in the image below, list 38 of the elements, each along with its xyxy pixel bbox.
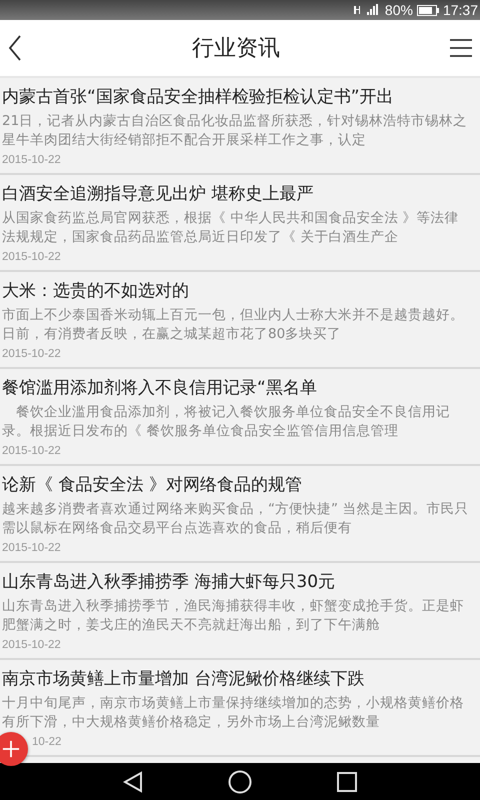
- clock: 17:37: [442, 2, 478, 18]
- article-summary: 市面上不少泰国香米动辄上百元一包，但业内人士称大米并不是越贵越好。日前，有消费者反映，在赢之城某超市花了80多块买了: [2, 306, 465, 344]
- battery-percent: 80%: [384, 2, 413, 18]
- signal-icon: [352, 3, 381, 17]
- menu-icon[interactable]: [448, 37, 474, 59]
- add-button[interactable]: [0, 732, 28, 766]
- page-title: 行业资讯: [192, 35, 280, 63]
- article-summary: 21日，记者从内蒙古自治区食品化妆品监督所获悉，针对锡林浩特市锡林之星牛羊肉团结大街经销部拒不配合开展采样工作之事，认定: [2, 112, 468, 150]
- news-item[interactable]: 白酒安全追溯指导意见出炉 堪称史上最严 从国家食药监总局官网获悉，根据《 中华人民共和国食品安全法 》等法律法规规定，国家食品药品监管总局近日印发了《 关于白酒生产企 2015-10-22: [0, 175, 480, 272]
- news-item[interactable]: 论新《 食品安全法 》对网络食品的规管 越来越多消费者喜欢通过网络来购买食品，“方便快捷” 当然是主因。市民只需以鼠标在网络食品交易平台点选喜欢的食品，稍后便有 2015-10-22: [0, 466, 480, 563]
- article-title: 内蒙古首张“国家食品安全抽样检验拒检认定书”开出: [2, 86, 395, 109]
- article-summary: 越来越多消费者喜欢通过网络来购买食品，“方便快捷” 当然是主因。市民只需以鼠标在网络食品交易平台点选喜欢的食品，稍后便有: [2, 500, 470, 538]
- article-date: 2015-10-22: [2, 541, 61, 556]
- article-date: 2015-10-22: [2, 250, 61, 265]
- article-title: 南京市场黄鳝上市量增加 台湾泥鳅价格继续下跌: [2, 668, 366, 691]
- article-summary: 十月中旬尾声，南京市场黄鳝上市量保持继续增加的态势，小规格黄鳝价格有所下滑，中大规格黄鳝价格稳定，另外市场上台湾泥鳅数量: [2, 694, 465, 732]
- recents-icon[interactable]: [337, 772, 358, 792]
- home-icon[interactable]: [228, 770, 252, 794]
- article-title: 大米：选贵的不如选对的: [2, 280, 190, 303]
- article-date: 2015-10-22: [2, 153, 61, 168]
- article-summary: 餐饮企业滥用食品添加剂，将被记入餐饮服务单位食品安全不良信用记录。根据近日发布的《 餐饮服务单位食品安全监管信用信息管理: [2, 403, 451, 441]
- battery-icon: [416, 4, 439, 16]
- news-item[interactable]: 内蒙古首张“国家食品安全抽样检验拒检认定书”开出 21日，记者从内蒙古自治区食品化妆品监督所获悉，针对锡林浩特市锡林之星牛羊肉团结大街经销部拒不配合开展采样工作之事，认定 2015-10-22: [0, 78, 480, 175]
- article-date: 10-22: [32, 735, 62, 750]
- article-title: 论新《 食品安全法 》对网络食品的规管: [2, 474, 303, 497]
- news-item[interactable]: 大米：选贵的不如选对的 市面上不少泰国香米动辄上百元一包，但业内人士称大米并不是越贵越好。日前，有消费者反映，在赢之城某超市花了80多块买了 2015-10-22: [0, 272, 480, 369]
- news-item[interactable]: 餐馆滥用添加剂将入不良信用记录“黑名单 餐饮企业滥用食品添加剂，将被记入餐饮服务单位食品安全不良信用记录。根据近日发布的《 餐饮服务单位食品安全监管信用信息管理 2015-10-22: [0, 369, 480, 466]
- article-summary: 山东青岛进入秋季捕捞季节，渔民海捕获得丰收，虾蟹变成抢手货。正是虾肥蟹满之时，姜戈庄的渔民天不亮就赶海出船，到了下午满舱: [2, 597, 465, 635]
- article-summary: 从国家食药监总局官网获悉，根据《 中华人民共和国食品安全法 》等法律法规规定，国家食品药品监管总局近日印发了《 关于白酒生产企: [2, 209, 460, 247]
- plus-icon: [2, 740, 20, 758]
- article-date: 2015-10-22: [2, 347, 61, 362]
- back-icon[interactable]: [122, 770, 143, 792]
- news-item[interactable]: 山东青岛进入秋季捕捞季 海捕大虾每只30元 山东青岛进入秋季捕捞季节，渔民海捕获得丰收，虾蟹变成抢手货。正是虾肥蟹满之时，姜戈庄的渔民天不亮就赶海出船，到了下午满舱 2015-10-22: [0, 563, 480, 660]
- article-date: 2015-10-22: [2, 444, 61, 459]
- article-title: 餐馆滥用添加剂将入不良信用记录“黑名单: [2, 377, 318, 400]
- article-date: 2015-10-22: [2, 638, 61, 653]
- article-title: 山东青岛进入秋季捕捞季 海捕大虾每只30元: [2, 571, 336, 594]
- article-title: 白酒安全追溯指导意见出炉 堪称史上最严: [2, 183, 314, 206]
